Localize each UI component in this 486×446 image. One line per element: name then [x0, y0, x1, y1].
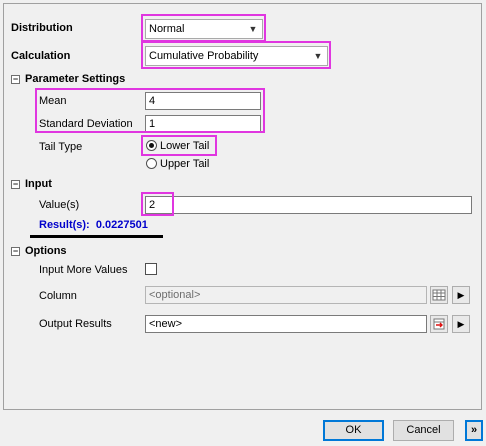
mean-label: Mean: [39, 95, 67, 107]
input-more-values-label: Input More Values: [39, 264, 128, 276]
chevron-down-icon: ▼: [248, 24, 258, 34]
ok-button[interactable]: OK: [323, 420, 384, 441]
input-more-values-checkbox[interactable]: [145, 263, 157, 275]
options-header: Options: [25, 245, 67, 257]
table-icon: [432, 289, 446, 301]
calculation-dropdown[interactable]: Cumulative Probability ▼: [145, 46, 328, 66]
output-results-label: Output Results: [39, 318, 112, 330]
distribution-value: Normal: [149, 23, 185, 35]
values-field[interactable]: 2: [145, 196, 472, 214]
upper-tail-radio[interactable]: [146, 158, 157, 169]
std-dev-label: Standard Deviation: [39, 118, 133, 130]
result-underline: [30, 235, 163, 238]
output-picker-button[interactable]: [430, 315, 448, 333]
calculation-label: Calculation: [11, 50, 71, 62]
result-text: Result(s): 0.0227501: [39, 219, 148, 231]
parameter-settings-header: Parameter Settings: [25, 73, 126, 85]
expand-button[interactable]: »: [465, 420, 483, 441]
output-menu-button[interactable]: ▶: [452, 315, 470, 333]
lower-tail-label[interactable]: Lower Tail: [160, 140, 209, 152]
mean-field[interactable]: 4: [145, 92, 261, 110]
distribution-label: Distribution: [11, 22, 73, 34]
column-label: Column: [39, 290, 77, 302]
distribution-dropdown[interactable]: Normal ▼: [145, 19, 263, 39]
lower-tail-radio[interactable]: [146, 140, 157, 151]
collapse-icon[interactable]: −: [11, 75, 20, 84]
triangle-right-icon: ▶: [457, 290, 465, 300]
output-arrow-icon: [433, 318, 445, 330]
column-field[interactable]: <optional>: [145, 286, 427, 304]
cancel-button[interactable]: Cancel: [393, 420, 454, 441]
output-results-field[interactable]: <new>: [145, 315, 427, 333]
calculation-value: Cumulative Probability: [149, 50, 259, 62]
triangle-right-icon: ▶: [457, 319, 465, 329]
tail-type-label: Tail Type: [39, 141, 83, 153]
collapse-icon[interactable]: −: [11, 180, 20, 189]
chevron-down-icon: ▼: [313, 51, 323, 61]
collapse-icon[interactable]: −: [11, 247, 20, 256]
upper-tail-label[interactable]: Upper Tail: [160, 158, 209, 170]
input-header: Input: [25, 178, 52, 190]
std-dev-field[interactable]: 1: [145, 115, 261, 133]
column-menu-button[interactable]: ▶: [452, 286, 470, 304]
values-label: Value(s): [39, 199, 80, 211]
column-picker-button[interactable]: [430, 286, 448, 304]
